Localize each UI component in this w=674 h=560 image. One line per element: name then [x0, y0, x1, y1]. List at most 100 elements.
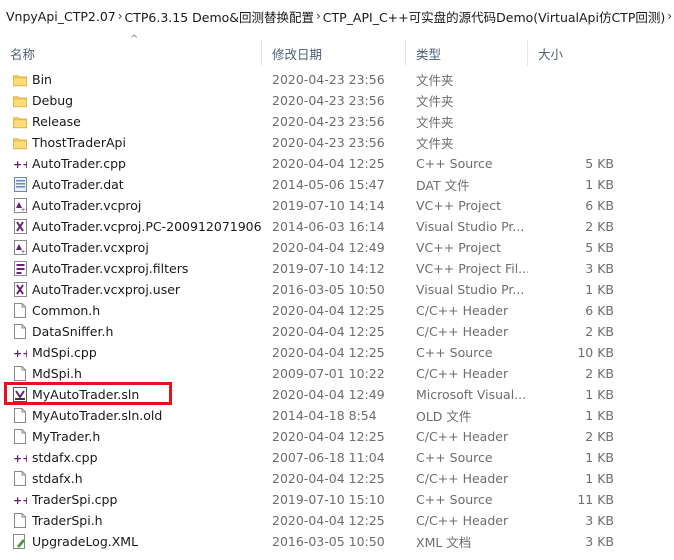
file-row[interactable]: Release 2020-04-23 23:56 文件夹: [0, 111, 674, 132]
file-name: AutoTrader.dat: [32, 177, 124, 192]
file-type: 文件夹: [416, 115, 454, 130]
file-date: 2014-05-06 15:47: [272, 177, 385, 192]
file-row[interactable]: AutoTrader.dat 2014-05-06 15:47 DAT 文件 1 KB: [0, 174, 674, 195]
file-type: C++ Source: [416, 345, 493, 360]
file-row[interactable]: Bin 2020-04-23 23:56 文件夹: [0, 69, 674, 90]
file-row[interactable]: MyAutoTrader.sln.old 2014-04-18 8:54 OLD 文…: [0, 405, 674, 426]
file-row[interactable]: ++ AutoTrader.vcxproj 2020-04-04 12:49 VC++…: [0, 237, 674, 258]
file-date: 2020-04-04 12:25: [272, 324, 385, 339]
file-row[interactable]: ++ AutoTrader.vcproj 2019-07-10 14:14 VC++ …: [0, 195, 674, 216]
file-row[interactable]: UpgradeLog.XML 2016-03-05 10:50 XML 文档 3 KB: [0, 531, 674, 552]
folder-icon: [13, 135, 27, 151]
column-header-size[interactable]: 大小: [528, 40, 668, 66]
file-row[interactable]: ThostTraderApi 2020-04-23 23:56 文件夹: [0, 132, 674, 153]
column-header-type[interactable]: 类型: [406, 40, 528, 66]
header-file-icon: [13, 471, 27, 487]
sort-ascending-icon: ^: [130, 34, 139, 45]
file-name: ThostTraderApi: [32, 135, 126, 150]
file-row[interactable]: stdafx.h 2020-04-04 12:25 C/C++ Header 1 KB: [0, 468, 674, 489]
svg-text:++: ++: [20, 249, 27, 256]
file-name-cell[interactable]: MyAutoTrader.sln: [0, 387, 262, 403]
chevron-right-icon[interactable]: ›: [314, 9, 323, 23]
file-type: 文件夹: [416, 136, 454, 151]
file-name: stdafx.cpp: [32, 450, 98, 465]
header-file-icon: [13, 366, 27, 382]
file-name-cell[interactable]: TraderSpi.h: [0, 513, 262, 529]
file-name: MyAutoTrader.sln.old: [32, 408, 163, 423]
file-type: 文件夹: [416, 73, 454, 88]
file-name-cell[interactable]: ++ stdafx.cpp: [0, 450, 262, 466]
file-name-cell[interactable]: AutoTrader.dat: [0, 177, 262, 193]
file-name-cell[interactable]: ++ AutoTrader.cpp: [0, 156, 262, 172]
file-row[interactable]: Debug 2020-04-23 23:56 文件夹: [0, 90, 674, 111]
file-name: MyTrader.h: [32, 429, 101, 444]
folder-icon: [13, 72, 27, 88]
file-name-cell[interactable]: ++ MdSpi.cpp: [0, 345, 262, 361]
file-name-cell[interactable]: ++ TraderSpi.cpp: [0, 492, 262, 508]
file-name-cell[interactable]: ThostTraderApi: [0, 135, 262, 151]
file-size: 2 KB: [585, 219, 614, 234]
file-row[interactable]: ++ MdSpi.cpp 2020-04-04 12:25 C++ Source 10 …: [0, 342, 674, 363]
file-date: 2020-04-04 12:25: [272, 156, 385, 171]
file-date: 2007-06-18 11:04: [272, 450, 385, 465]
file-name-cell[interactable]: Debug: [0, 93, 262, 109]
file-row[interactable]: ++ AutoTrader.cpp 2020-04-04 12:25 C++ Sour…: [0, 153, 674, 174]
file-date: 2020-04-23 23:56: [272, 135, 385, 150]
file-date: 2020-04-04 12:25: [272, 471, 385, 486]
column-header-date[interactable]: 修改日期: [262, 40, 406, 66]
file-name-cell[interactable]: Release: [0, 114, 262, 130]
header-file-icon: [13, 303, 27, 319]
file-row[interactable]: MyAutoTrader.sln 2020-04-04 12:49 Microsof…: [0, 384, 674, 405]
chevron-right-icon[interactable]: ›: [665, 9, 674, 23]
file-name-cell[interactable]: AutoTrader.vcxproj.filters: [0, 261, 262, 277]
file-date: 2014-06-03 16:14: [272, 219, 385, 234]
file-type: C++ Source: [416, 156, 493, 171]
file-name-cell[interactable]: AutoTrader.vcxproj.user: [0, 282, 262, 298]
file-type: C/C++ Header: [416, 471, 509, 486]
file-row[interactable]: Common.h 2020-04-04 12:25 C/C++ Header 6 KB: [0, 300, 674, 321]
file-name-cell[interactable]: MyTrader.h: [0, 429, 262, 445]
file-type: C++ Source: [416, 450, 493, 465]
file-type: C/C++ Header: [416, 324, 509, 339]
file-name-cell[interactable]: ++ AutoTrader.vcproj: [0, 198, 262, 214]
vs-file-icon: [13, 282, 27, 298]
file-name-cell[interactable]: ++ AutoTrader.vcxproj: [0, 240, 262, 256]
file-name-cell[interactable]: MyAutoTrader.sln.old: [0, 408, 262, 424]
file-row[interactable]: AutoTrader.vcproj.PC-200912071906.... 201…: [0, 216, 674, 237]
file-size: 1 KB: [585, 387, 614, 402]
file-name-cell[interactable]: UpgradeLog.XML: [0, 534, 262, 550]
file-name-cell[interactable]: MdSpi.h: [0, 366, 262, 382]
breadcrumb-item-3[interactable]: CTP_API_C++可实盘的源代码Demo(VirtualApi仿CTP回测): [323, 7, 665, 26]
file-row[interactable]: AutoTrader.vcxproj.filters 2019-07-10 14:…: [0, 258, 674, 279]
file-row[interactable]: TraderSpi.h 2020-04-04 12:25 C/C++ Header 3…: [0, 510, 674, 531]
file-row[interactable]: MyTrader.h 2020-04-04 12:25 C/C++ Header 2 …: [0, 426, 674, 447]
chevron-right-icon[interactable]: ›: [116, 9, 125, 23]
breadcrumb-item-1[interactable]: VnpyApi_CTP2.07: [6, 9, 116, 24]
file-type: VC++ Project: [416, 198, 501, 213]
svg-text:++: ++: [13, 347, 27, 360]
file-name-cell[interactable]: AutoTrader.vcproj.PC-200912071906....: [0, 219, 262, 235]
folder-icon: [13, 93, 27, 109]
breadcrumb-item-2[interactable]: CTP6.3.15 Demo&回测替换配置: [125, 7, 315, 26]
file-row[interactable]: DataSniffer.h 2020-04-04 12:25 C/C++ Heade…: [0, 321, 674, 342]
svg-text:++: ++: [13, 494, 27, 507]
file-row[interactable]: ++ TraderSpi.cpp 2019-07-10 15:10 C++ Sourc…: [0, 489, 674, 510]
file-row[interactable]: AutoTrader.vcxproj.user 2016-03-05 10:50 V…: [0, 279, 674, 300]
file-name: UpgradeLog.XML: [32, 534, 139, 549]
blank-file-icon: [13, 408, 27, 424]
dat-file-icon: [13, 177, 27, 193]
file-type: Visual Studio Pr...: [416, 282, 525, 297]
file-name-cell[interactable]: stdafx.h: [0, 471, 262, 487]
file-row[interactable]: ++ stdafx.cpp 2007-06-18 11:04 C++ Source 1 …: [0, 447, 674, 468]
svg-text:++: ++: [13, 452, 27, 465]
breadcrumb: VnpyApi_CTP2.07 › CTP6.3.15 Demo&回测替换配置 …: [0, 0, 674, 32]
file-type: C/C++ Header: [416, 429, 509, 444]
file-name: AutoTrader.vcxproj.user: [32, 282, 181, 297]
file-type: OLD 文件: [416, 409, 472, 424]
file-date: 2014-04-18 8:54: [272, 408, 377, 423]
file-name-cell[interactable]: DataSniffer.h: [0, 324, 262, 340]
file-name-cell[interactable]: Bin: [0, 72, 262, 88]
file-name: MdSpi.h: [32, 366, 82, 381]
file-row[interactable]: MdSpi.h 2009-07-01 10:22 C/C++ Header 2 KB: [0, 363, 674, 384]
file-name-cell[interactable]: Common.h: [0, 303, 262, 319]
